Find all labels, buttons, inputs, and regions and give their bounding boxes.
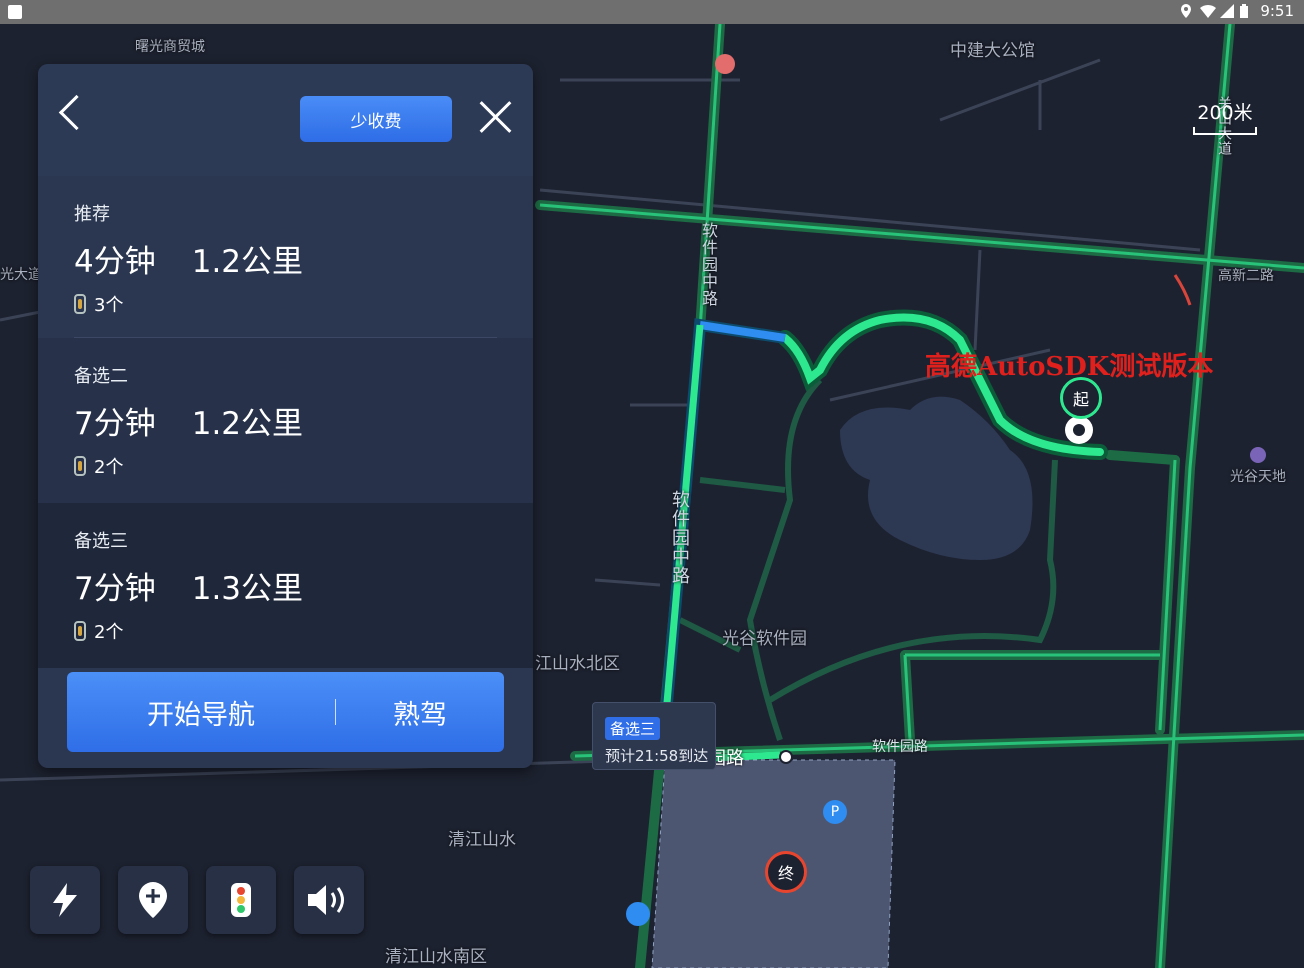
label-tl-poi: 曙光商贸城 — [135, 39, 205, 55]
back-icon[interactable] — [58, 94, 95, 131]
familiar-drive-button[interactable]: 熟驾 — [336, 693, 504, 732]
lightning-icon — [53, 883, 77, 917]
label-north-building: 中建大公馆 — [950, 41, 1035, 61]
speaker-icon — [308, 885, 344, 915]
route-light-count: 3个 — [94, 295, 124, 316]
traffic-light-icon — [74, 621, 86, 641]
route-time: 7分钟 — [74, 571, 156, 607]
label-left-road: 光大道 — [0, 267, 42, 283]
label-qingjiangshanshui: 清江山水 — [448, 830, 516, 850]
map-scale: 200米 — [1193, 98, 1257, 135]
route-info: 4分钟 1.2公里 — [74, 236, 533, 281]
route-info: 7分钟 1.3公里 — [74, 563, 533, 608]
label-guanggu-ruanjianyuan: 光谷软件园 — [722, 629, 807, 649]
label-qingjiangshanshui-south: 清江山水南区 — [385, 947, 487, 967]
route-info: 7分钟 1.2公里 — [74, 398, 533, 443]
close-icon[interactable] — [478, 98, 514, 134]
route-distance: 1.2公里 — [191, 406, 304, 442]
status-bar: 9:51 — [0, 0, 1304, 24]
scale-bar — [1193, 127, 1257, 135]
scale-label: 200米 — [1197, 102, 1253, 124]
parking-label: P — [830, 804, 840, 820]
route-time: 4分钟 — [74, 244, 156, 280]
route-tag: 推荐 — [74, 204, 110, 225]
route-lights: 2个 — [74, 618, 533, 644]
traffic-toggle-button[interactable] — [206, 866, 276, 934]
bubble-eta: 预计21:58到达 — [605, 747, 709, 765]
label-jiangshanshui-north: 江山水北区 — [535, 654, 620, 674]
parking-icon[interactable]: P — [823, 800, 847, 824]
charging-tool-button[interactable] — [30, 866, 100, 934]
start-marker[interactable]: 起 — [1060, 377, 1102, 419]
traffic-light-icon — [74, 294, 86, 314]
start-navigation-button[interactable]: 开始导航 — [67, 693, 335, 732]
map-toolbar — [30, 866, 364, 934]
navigation-action-bar: 开始导航 熟驾 — [67, 672, 504, 752]
route-option-1[interactable]: 推荐 4分钟 1.2公里 3个 — [38, 176, 533, 338]
route-light-count: 2个 — [94, 622, 124, 643]
start-marker-label: 起 — [1072, 390, 1089, 409]
traffic-light-icon — [231, 883, 251, 917]
location-icon — [1180, 4, 1192, 18]
route-bubble-alt3[interactable]: 备选三 预计21:58到达 — [592, 702, 716, 770]
bubble-tag: 备选三 — [605, 717, 661, 740]
route-distance: 1.3公里 — [191, 571, 304, 607]
wifi-icon — [1200, 4, 1217, 19]
label-ruanjian-zhonglu-upper: 软件园中路 — [699, 222, 718, 307]
route-panel: 少收费 推荐 4分钟 1.2公里 3个 备选二 7分钟 1.2公里 2个 备选三 7… — [38, 64, 533, 768]
poi-icon[interactable] — [1250, 447, 1266, 463]
label-guanggu-tiandi: 光谷天地 — [1230, 469, 1286, 485]
label-gaoxin-er-lu: 高新二路 — [1218, 268, 1274, 284]
route-distance: 1.2公里 — [191, 244, 304, 280]
sdk-watermark: 高德AutoSDK测试版本 — [925, 352, 1214, 382]
add-location-icon — [139, 882, 167, 918]
panel-header: 少收费 — [38, 64, 533, 176]
battery-icon — [1240, 4, 1252, 18]
label-ruanjianyuan-lu-east: 软件园路 — [872, 739, 928, 755]
route-lights: 2个 — [74, 453, 533, 479]
bus-stop-icon[interactable] — [626, 902, 650, 926]
status-icons: 9:51 — [1180, 2, 1294, 20]
route-tag: 备选二 — [74, 366, 128, 387]
end-marker-label: 终 — [777, 864, 794, 883]
label-ruanjian-zhonglu-lower: 软件园中路 — [669, 490, 690, 585]
route-light-count: 2个 — [94, 457, 124, 478]
status-time: 9:51 — [1260, 2, 1294, 20]
route-time: 7分钟 — [74, 406, 156, 442]
route-option-2[interactable]: 备选二 7分钟 1.2公里 2个 — [38, 338, 533, 503]
notification-icon — [8, 5, 22, 19]
route-option-3[interactable]: 备选三 7分钟 1.3公里 2个 — [38, 503, 533, 668]
route-lights: 3个 — [74, 291, 533, 317]
end-marker[interactable]: 终 — [765, 851, 807, 893]
signal-icon — [1220, 4, 1235, 18]
route-tag: 备选三 — [74, 531, 128, 552]
traffic-light-icon — [74, 456, 86, 476]
add-waypoint-button[interactable] — [118, 866, 188, 934]
fee-preference-button[interactable]: 少收费 — [300, 96, 452, 142]
volume-button[interactable] — [294, 866, 364, 934]
